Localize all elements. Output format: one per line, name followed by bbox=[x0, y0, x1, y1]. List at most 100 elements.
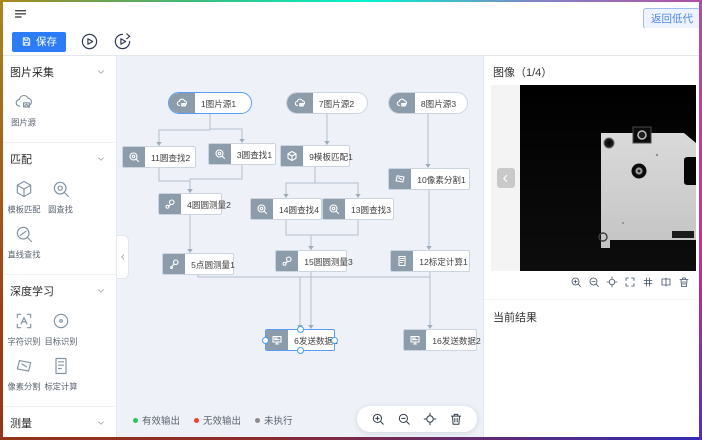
measure-pc-icon bbox=[163, 254, 185, 274]
flow-edge bbox=[190, 165, 242, 190]
sidebar-section-header[interactable]: 测量 bbox=[0, 410, 116, 436]
sidebar-item-ocr[interactable]: 字符识别 bbox=[6, 311, 41, 348]
sidebar-item-calc[interactable]: 标定计算 bbox=[43, 356, 78, 393]
image-locate-button[interactable] bbox=[606, 276, 618, 288]
chevron-down-icon bbox=[96, 286, 106, 296]
canvas-locate-button[interactable] bbox=[423, 412, 437, 426]
sidebar-item-segment[interactable]: 像素分割 bbox=[6, 356, 41, 393]
flow-edge bbox=[210, 114, 242, 140]
flow-edge bbox=[286, 167, 315, 195]
flow-node-label: 14圆查找4 bbox=[274, 203, 323, 215]
sidebar-item-target[interactable]: 目标识别 bbox=[43, 311, 78, 348]
flow-edge bbox=[159, 168, 190, 190]
flow-node-6[interactable]: 6发送数据1 bbox=[265, 329, 335, 351]
chevron-down-icon bbox=[96, 418, 106, 428]
image-fullscreen-button[interactable] bbox=[624, 276, 636, 288]
save-button[interactable]: 保存 bbox=[12, 32, 66, 52]
sidebar-section-header[interactable]: 深度学习 bbox=[0, 278, 116, 304]
cube-icon bbox=[281, 146, 303, 166]
legend-dot bbox=[255, 418, 260, 423]
flow-node-3[interactable]: 3圆查找1 bbox=[208, 143, 276, 165]
sidebar-item-label: 目标识别 bbox=[44, 336, 77, 348]
sidebar-collapse-tab[interactable] bbox=[117, 235, 129, 279]
flow-edge bbox=[311, 220, 358, 247]
flow-node-label: 8图片源3 bbox=[416, 97, 461, 109]
cloud-image-icon bbox=[287, 93, 313, 113]
sidebar-item-label: 标定计算 bbox=[44, 381, 77, 393]
flow-node-16[interactable]: 16发送数据2 bbox=[403, 329, 477, 351]
image-compare-button[interactable] bbox=[660, 276, 672, 288]
save-icon bbox=[21, 36, 32, 47]
canvas-zoom-out-button[interactable] bbox=[397, 412, 411, 426]
flow-node-label: 4圆圆测量2 bbox=[182, 198, 235, 210]
legend-label: 无效输出 bbox=[203, 413, 241, 427]
flow-edge bbox=[286, 220, 311, 247]
sidebar-item-circle-find[interactable]: 圆查找 bbox=[43, 179, 78, 216]
legend-label: 未执行 bbox=[264, 413, 293, 427]
calc-icon bbox=[391, 251, 413, 271]
selection-handle[interactable] bbox=[297, 347, 304, 354]
image-grid-button[interactable] bbox=[642, 276, 654, 288]
flow-node-label: 16发送数据2 bbox=[428, 334, 483, 346]
tcp-icon bbox=[266, 330, 288, 350]
chevron-left-icon bbox=[500, 173, 511, 184]
trash-icon bbox=[449, 412, 463, 426]
previous-image-button[interactable] bbox=[497, 168, 515, 188]
image-trash-button[interactable] bbox=[678, 276, 690, 288]
fullscreen-icon bbox=[624, 276, 636, 288]
sidebar-items: 模板匹配圆查找直线查找 bbox=[0, 172, 116, 272]
run-button[interactable] bbox=[79, 32, 99, 52]
flow-node-14[interactable]: 14圆查找4 bbox=[250, 198, 322, 220]
tcp-icon bbox=[404, 330, 426, 350]
sidebar-item-label: 像素分割 bbox=[7, 381, 40, 393]
canvas-zoom-in-button[interactable] bbox=[371, 412, 385, 426]
sidebar-section-title: 测量 bbox=[10, 415, 32, 431]
flow-node-label: 12标定计算1 bbox=[415, 255, 473, 267]
grid-icon bbox=[642, 276, 654, 288]
sidebar-section-header[interactable]: 匹配 bbox=[0, 146, 116, 172]
tool-sidebar: 图片采集图片源匹配模板匹配圆查找直线查找深度学习字符识别目标识别像素分割标定计算… bbox=[0, 56, 117, 440]
flow-edge bbox=[159, 114, 210, 143]
step-run-button[interactable] bbox=[112, 32, 132, 52]
back-to-lowcode-button[interactable]: 返回低代 bbox=[643, 8, 701, 29]
sidebar-item-line-find[interactable]: 直线查找 bbox=[6, 224, 41, 261]
flow-node-10[interactable]: 10像素分割1 bbox=[388, 168, 470, 190]
image-zoom-in-button[interactable] bbox=[570, 276, 582, 288]
sidebar-item-label: 模板匹配 bbox=[7, 204, 40, 216]
measure-cc-icon bbox=[159, 194, 181, 214]
selection-handle[interactable] bbox=[262, 337, 269, 344]
menu-icon[interactable] bbox=[13, 7, 28, 27]
flow-node-15[interactable]: 15圆圆测量3 bbox=[275, 250, 347, 272]
flow-node-13[interactable]: 13圆查找3 bbox=[322, 198, 394, 220]
canvas-trash-button[interactable] bbox=[449, 412, 463, 426]
zoom-in-icon bbox=[371, 412, 385, 426]
image-toolbar bbox=[484, 276, 702, 288]
canvas-controls bbox=[357, 406, 477, 432]
flow-node-label: 10像素分割1 bbox=[413, 173, 471, 185]
flow-node-1[interactable]: 1图片源1 bbox=[168, 92, 252, 114]
status-legend: 有效输出无效输出未执行 bbox=[133, 413, 293, 427]
image-zoom-out-button[interactable] bbox=[588, 276, 600, 288]
toolbar: 保存 bbox=[0, 28, 702, 56]
legend-item: 未执行 bbox=[255, 413, 293, 427]
circle-find-icon bbox=[251, 199, 273, 219]
sidebar-section: 测量圆圆测量点圆测量点点测量 bbox=[0, 410, 116, 440]
flow-node-9[interactable]: 9模板匹配1 bbox=[280, 145, 350, 167]
flow-node-8[interactable]: 8图片源3 bbox=[388, 92, 468, 114]
sidebar-item-cloud-image[interactable]: 图片源 bbox=[6, 92, 41, 129]
selection-handle[interactable] bbox=[297, 326, 304, 333]
flow-canvas[interactable]: 1图片源1 7图片源2 8图片源3 11圆查找2 3圆查找19模板匹配1 10像素分割1 4… bbox=[117, 56, 483, 440]
locate-icon bbox=[606, 276, 618, 288]
flow-node-7[interactable]: 7图片源2 bbox=[286, 92, 368, 114]
selection-handle[interactable] bbox=[331, 337, 338, 344]
flow-node-5[interactable]: 5点圆测量1 bbox=[162, 253, 234, 275]
sidebar-section-header[interactable]: 图片采集 bbox=[0, 59, 116, 85]
chevron-down-icon bbox=[96, 154, 106, 164]
flow-node-4[interactable]: 4圆圆测量2 bbox=[158, 193, 222, 215]
flow-node-label: 7图片源2 bbox=[314, 97, 359, 109]
sidebar-item-label: 圆查找 bbox=[48, 204, 73, 216]
flow-node-11[interactable]: 11圆查找2 bbox=[122, 146, 196, 168]
segment-icon bbox=[389, 169, 411, 189]
sidebar-item-cube[interactable]: 模板匹配 bbox=[6, 179, 41, 216]
flow-node-12[interactable]: 12标定计算1 bbox=[390, 250, 470, 272]
